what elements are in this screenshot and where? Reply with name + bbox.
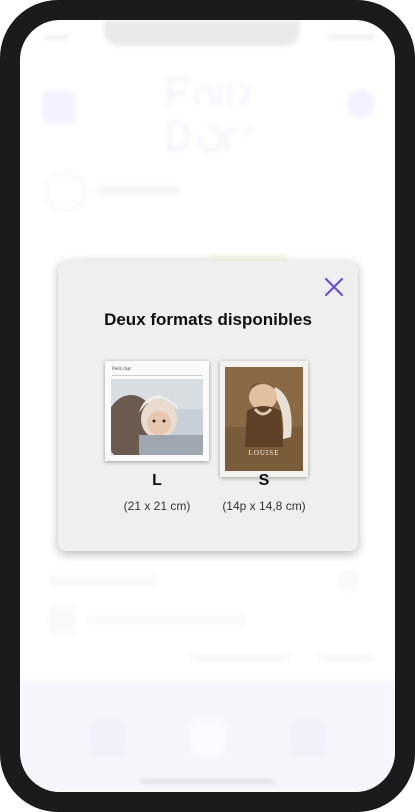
format-dimensions-small: (14p x 14,8 cm): [222, 499, 306, 513]
formats-modal: Deux formats disponibles Petit chat L (2…: [58, 261, 358, 551]
format-letter-small: S: [258, 472, 270, 489]
close-icon[interactable]: [322, 275, 346, 299]
screen: Deux formats disponibles Petit chat L (2…: [20, 20, 395, 792]
modal-title: Deux formats disponibles: [104, 310, 312, 329]
product-image-large: Petit chat: [105, 361, 209, 461]
book-title-small: LOUISE: [248, 449, 280, 457]
format-letter-large: L: [152, 472, 162, 489]
format-card-small[interactable]: LOUISE S (14p x 14,8 cm): [220, 361, 308, 513]
product-image-small: LOUISE: [220, 361, 308, 477]
book-rule: [112, 375, 202, 376]
baby-photo-large: [111, 379, 203, 455]
format-dimensions-large: (21 x 21 cm): [123, 499, 191, 513]
format-card-large[interactable]: Petit chat L (21 x 21 cm): [105, 361, 209, 513]
phone-frame: Deux formats disponibles Petit chat L (2…: [0, 0, 415, 812]
book-title-large: Petit chat: [112, 367, 131, 372]
